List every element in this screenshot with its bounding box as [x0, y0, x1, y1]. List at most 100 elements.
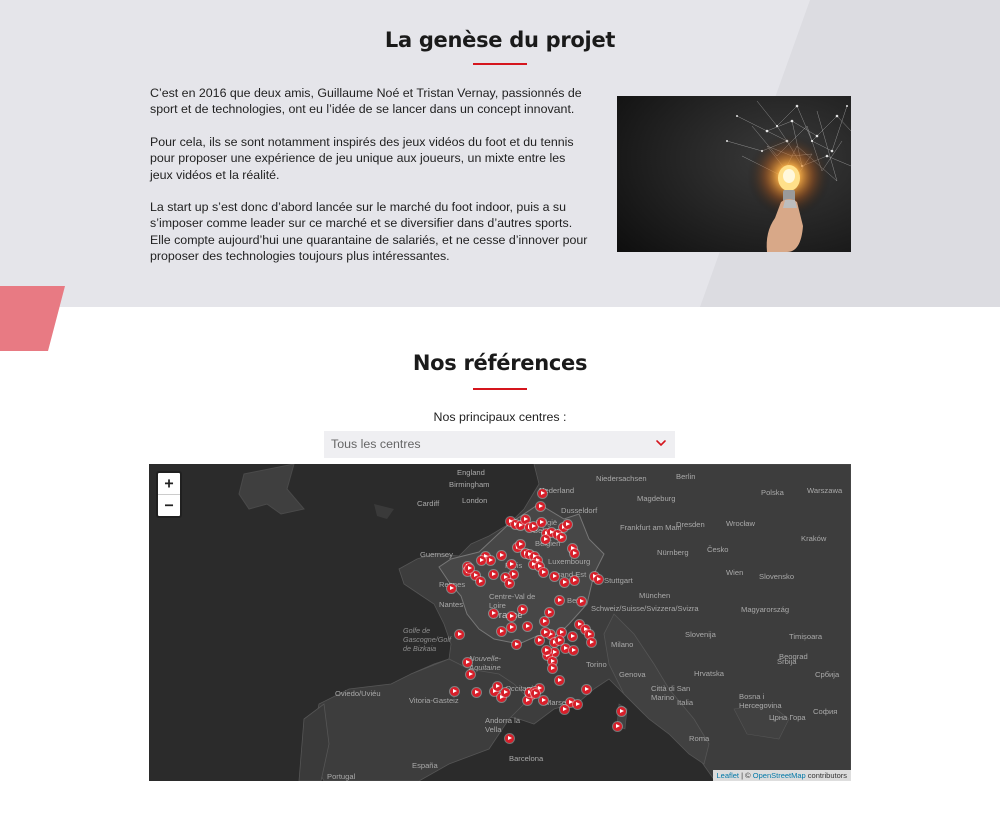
- lightbulb-network-icon: [617, 96, 851, 252]
- centre-marker[interactable]: [497, 627, 506, 636]
- genesis-paragraph-2: Pour cela, ils se sont notamment inspiré…: [150, 135, 574, 182]
- centre-marker[interactable]: [523, 696, 532, 705]
- map-label-timisoara: Timișoara: [789, 632, 823, 641]
- centre-marker[interactable]: [541, 535, 550, 544]
- genesis-paragraph-3: La start up s’est donc d’abord lancée su…: [150, 200, 588, 263]
- map-label-oviedo: Oviedo/Uviéu: [335, 689, 381, 698]
- centre-marker[interactable]: [555, 596, 564, 605]
- map-label-niedersachsen: Niedersachsen: [596, 474, 647, 483]
- map-label-torino: Torino: [586, 660, 607, 669]
- zoom-in-button[interactable]: +: [158, 473, 180, 494]
- leaflet-link[interactable]: Leaflet: [717, 771, 740, 780]
- centre-marker[interactable]: [560, 705, 569, 714]
- map-label-san-marino: Città di San Marino: [651, 684, 691, 702]
- centre-marker[interactable]: [536, 502, 545, 511]
- centre-marker[interactable]: [486, 556, 495, 565]
- centre-marker[interactable]: [531, 689, 540, 698]
- map-label-guernsey: Guernsey: [420, 550, 453, 559]
- map-label-magdeburg: Magdeburg: [637, 494, 676, 503]
- centre-marker[interactable]: [501, 688, 510, 697]
- map-label-bosna: Bosna i Hercegovina: [739, 692, 782, 710]
- centre-marker[interactable]: [570, 576, 579, 585]
- centre-marker[interactable]: [509, 570, 518, 579]
- centre-marker[interactable]: [472, 688, 481, 697]
- centre-marker[interactable]: [505, 734, 514, 743]
- centre-marker[interactable]: [489, 609, 498, 618]
- centre-marker[interactable]: [455, 630, 464, 639]
- centre-marker[interactable]: [548, 664, 557, 673]
- map-label-vitoria-gasteiz: Vitoria-Gasteiz: [409, 696, 459, 705]
- chevron-down-icon: [656, 440, 666, 447]
- centre-marker[interactable]: [555, 636, 564, 645]
- centre-marker[interactable]: [516, 540, 525, 549]
- centre-marker[interactable]: [518, 605, 527, 614]
- map-label-nurnberg: Nürnberg: [657, 548, 689, 557]
- centre-marker[interactable]: [541, 628, 550, 637]
- centre-marker[interactable]: [539, 696, 548, 705]
- centre-marker[interactable]: [463, 658, 472, 667]
- centre-marker[interactable]: [497, 551, 506, 560]
- centre-marker[interactable]: [550, 572, 559, 581]
- map-label-crna-gora: Црна Гора: [769, 713, 806, 722]
- centre-marker[interactable]: [560, 578, 569, 587]
- centre-marker[interactable]: [542, 646, 551, 655]
- centre-marker[interactable]: [570, 549, 579, 558]
- map-label-dresden: Dresden: [676, 520, 705, 529]
- map-label-hrvatska: Hrvatska: [694, 669, 724, 678]
- centre-marker[interactable]: [535, 636, 544, 645]
- map-label-dusseldorf: Dusseldorf: [561, 506, 598, 515]
- centre-marker[interactable]: [613, 722, 622, 731]
- lightbulb-network-image: [617, 96, 851, 252]
- centre-marker[interactable]: [523, 622, 532, 631]
- map-label-slovensko: Slovensko: [759, 572, 795, 581]
- centre-marker[interactable]: [507, 560, 516, 569]
- centre-marker[interactable]: [507, 612, 516, 621]
- centre-marker[interactable]: [539, 568, 548, 577]
- centre-marker[interactable]: [545, 608, 554, 617]
- centres-select-label: Nos principaux centres :: [433, 410, 567, 424]
- map-label-barcelona: Barcelona: [509, 754, 544, 763]
- genesis-title: La genèse du projet: [384, 28, 616, 52]
- centre-marker[interactable]: [507, 623, 516, 632]
- centre-marker[interactable]: [512, 640, 521, 649]
- centre-marker[interactable]: [594, 575, 603, 584]
- attribution-suffix: contributors: [805, 771, 847, 780]
- map-zoom-control: + −: [156, 471, 182, 518]
- osm-link[interactable]: OpenStreetMap: [753, 771, 806, 780]
- map-label-warszawa: Warszawa: [807, 486, 843, 495]
- map-label-golfe: Golfe de Gascogne/Golf de Bizkaia: [403, 626, 451, 653]
- centre-marker[interactable]: [568, 632, 577, 641]
- centre-marker[interactable]: [582, 685, 591, 694]
- centre-marker[interactable]: [489, 570, 498, 579]
- centre-marker[interactable]: [555, 676, 564, 685]
- centre-marker[interactable]: [465, 564, 474, 573]
- centre-marker[interactable]: [447, 584, 456, 593]
- map-label-srbija-cyrillic: Србија: [815, 670, 840, 679]
- centre-marker[interactable]: [617, 707, 626, 716]
- map-label-cesko: Česko: [707, 545, 729, 554]
- decorative-red-tab: [0, 286, 65, 351]
- map-label-espana: España: [412, 761, 438, 770]
- centre-marker[interactable]: [573, 700, 582, 709]
- centre-marker[interactable]: [537, 518, 546, 527]
- centre-marker[interactable]: [493, 682, 502, 691]
- map-label-luxembourg: Luxembourg: [548, 557, 591, 566]
- centre-marker[interactable]: [569, 646, 578, 655]
- centre-marker[interactable]: [477, 556, 486, 565]
- map-label-andorra: Andorra la Vella: [485, 716, 521, 734]
- centres-select[interactable]: Tous les centres: [324, 431, 675, 458]
- centre-marker[interactable]: [538, 489, 547, 498]
- centres-select-value: Tous les centres: [331, 437, 421, 451]
- centre-marker[interactable]: [505, 579, 514, 588]
- centre-marker[interactable]: [563, 520, 572, 529]
- centre-marker[interactable]: [587, 638, 596, 647]
- centre-marker[interactable]: [476, 577, 485, 586]
- centres-map[interactable]: England Birmingham London Cardiff Nederl…: [149, 464, 851, 781]
- zoom-out-button[interactable]: −: [158, 494, 180, 516]
- centre-marker[interactable]: [577, 597, 586, 606]
- centre-marker[interactable]: [450, 687, 459, 696]
- centre-marker[interactable]: [466, 670, 475, 679]
- map-label-birmingham: Birmingham: [449, 480, 490, 489]
- centre-marker[interactable]: [540, 617, 549, 626]
- centre-marker[interactable]: [557, 533, 566, 542]
